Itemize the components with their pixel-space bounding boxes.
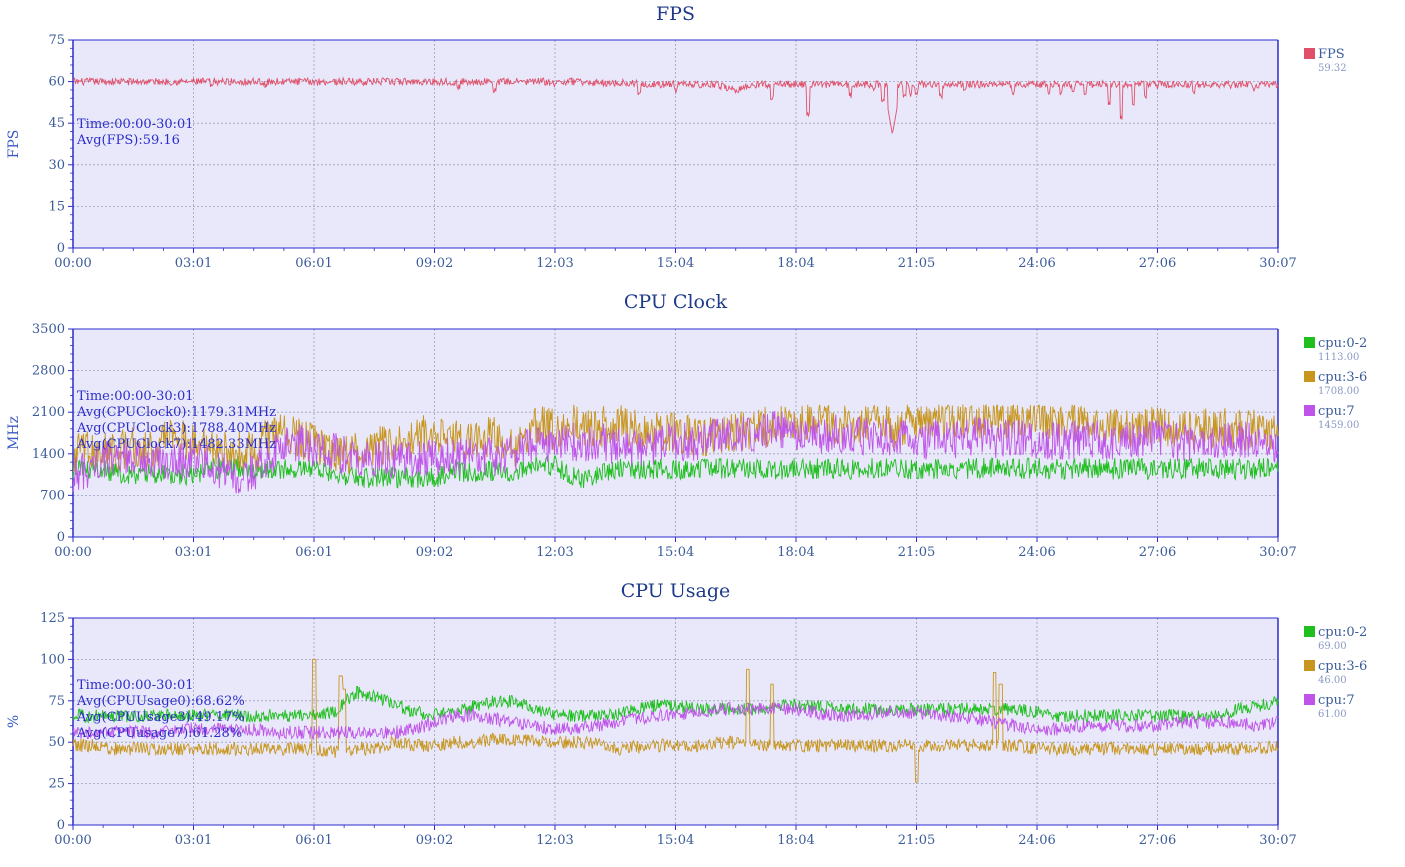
x-tick-label: 00:00 <box>54 256 91 271</box>
y-tick-label: 75 <box>48 694 65 709</box>
x-tick-label: 12:03 <box>536 545 573 560</box>
legend-swatch <box>1304 694 1315 705</box>
annotation-text: Time:00:00-30:01 <box>77 117 194 132</box>
plot-area <box>73 618 1278 825</box>
x-tick-label: 00:00 <box>54 545 91 560</box>
y-tick-label: 3500 <box>32 322 65 337</box>
legend-label: cpu:3-6 <box>1318 659 1367 674</box>
x-tick-label: 09:02 <box>416 545 453 560</box>
x-tick-label: 09:02 <box>416 833 453 848</box>
y-axis-label: % <box>6 715 22 728</box>
legend-label: cpu:0-2 <box>1318 625 1367 640</box>
x-tick-label: 03:01 <box>175 545 212 560</box>
legend-label: cpu:3-6 <box>1318 370 1367 385</box>
x-tick-label: 21:05 <box>898 545 935 560</box>
legend-value: 59.32 <box>1318 63 1347 74</box>
x-tick-label: 15:04 <box>657 545 694 560</box>
y-tick-label: 45 <box>48 116 65 131</box>
legend-swatch <box>1304 48 1315 59</box>
legend-label: cpu:7 <box>1318 693 1355 708</box>
x-tick-label: 30:07 <box>1259 833 1296 848</box>
x-tick-label: 09:02 <box>416 256 453 271</box>
legend-swatch <box>1304 371 1315 382</box>
chart-title: CPU Usage <box>621 580 731 602</box>
x-tick-label: 15:04 <box>657 833 694 848</box>
y-tick-label: 1400 <box>32 447 65 462</box>
y-tick-label: 0 <box>57 241 65 256</box>
x-tick-label: 12:03 <box>536 256 573 271</box>
legend-value: 61.00 <box>1318 709 1347 720</box>
x-tick-label: 24:06 <box>1018 833 1055 848</box>
x-tick-label: 06:01 <box>295 256 332 271</box>
y-tick-label: 30 <box>48 158 65 173</box>
x-tick-label: 21:05 <box>898 833 935 848</box>
x-tick-label: 15:04 <box>657 256 694 271</box>
x-tick-label: 18:04 <box>777 833 814 848</box>
y-axis-label: FPS <box>6 130 22 159</box>
y-tick-label: 25 <box>48 777 65 792</box>
y-tick-label: 125 <box>40 611 65 626</box>
annotation-text: Avg(CPUClock3):1788.40MHz <box>76 421 276 436</box>
legend-value: 69.00 <box>1318 641 1347 652</box>
legend-value: 1708.00 <box>1318 386 1359 397</box>
chart-panel-2: CPU Usage% 0 25 50 75 100 125 00:00 03:01 06:01 09… <box>6 580 1367 848</box>
x-tick-label: 12:03 <box>536 833 573 848</box>
chart-title: CPU Clock <box>624 291 728 313</box>
x-tick-label: 03:01 <box>175 833 212 848</box>
annotation-text: Avg(FPS):59.16 <box>76 133 180 148</box>
x-tick-label: 18:04 <box>777 545 814 560</box>
performance-charts: FPS FPS 0 15 30 45 60 75 00:00 03:01 06:01 09:02 12:… <box>6 3 1367 848</box>
legend-value: 1113.00 <box>1318 352 1359 363</box>
x-tick-label: 03:01 <box>175 256 212 271</box>
x-tick-label: 06:01 <box>295 833 332 848</box>
x-tick-label: 24:06 <box>1018 545 1055 560</box>
legend-label: FPS <box>1318 47 1345 62</box>
legend-swatch <box>1304 405 1315 416</box>
annotation-text: Time:00:00-30:01 <box>77 678 194 693</box>
y-tick-label: 50 <box>48 735 65 750</box>
annotation-text: Avg(CPUUsage3):49.17% <box>76 710 245 725</box>
x-tick-label: 18:04 <box>777 256 814 271</box>
legend-swatch <box>1304 626 1315 637</box>
y-tick-label: 0 <box>57 530 65 545</box>
x-tick-label: 27:06 <box>1139 256 1176 271</box>
y-tick-label: 700 <box>40 488 65 503</box>
legend-value: 46.00 <box>1318 675 1347 686</box>
chart-panel-0: FPS FPS 0 15 30 45 60 75 00:00 03:01 06:01 09:02 12:… <box>6 3 1347 271</box>
x-tick-label: 24:06 <box>1018 256 1055 271</box>
chart-title: FPS <box>656 3 695 25</box>
annotation-text: Avg(CPUusage7):61.28% <box>76 726 242 741</box>
legend-swatch <box>1304 660 1315 671</box>
y-tick-label: 60 <box>48 75 65 90</box>
legend-swatch <box>1304 337 1315 348</box>
x-tick-label: 27:06 <box>1139 545 1176 560</box>
x-tick-label: 00:00 <box>54 833 91 848</box>
legend-value: 1459.00 <box>1318 420 1359 431</box>
y-tick-label: 2100 <box>32 405 65 420</box>
annotation-text: Avg(CPUClock7):1482.33MHz <box>76 437 276 452</box>
x-tick-label: 30:07 <box>1259 256 1296 271</box>
y-tick-label: 75 <box>48 33 65 48</box>
x-tick-label: 27:06 <box>1139 833 1176 848</box>
annotation-text: Time:00:00-30:01 <box>77 389 194 404</box>
x-tick-label: 30:07 <box>1259 545 1296 560</box>
y-axis-label: MHz <box>6 416 22 450</box>
legend-label: cpu:0-2 <box>1318 336 1367 351</box>
legend-label: cpu:7 <box>1318 404 1355 419</box>
x-tick-label: 06:01 <box>295 545 332 560</box>
y-tick-label: 0 <box>57 818 65 833</box>
annotation-text: Avg(CPUUsage0):68.62% <box>76 694 245 709</box>
y-tick-label: 2800 <box>32 364 65 379</box>
chart-panel-1: CPU Clock MHz 0 700 1400 2100 2800 3500 00:00 03:… <box>6 291 1367 560</box>
annotation-text: Avg(CPUClock0):1179.31MHz <box>76 405 276 420</box>
x-tick-label: 21:05 <box>898 256 935 271</box>
y-tick-label: 15 <box>48 199 65 214</box>
y-tick-label: 100 <box>40 652 65 667</box>
